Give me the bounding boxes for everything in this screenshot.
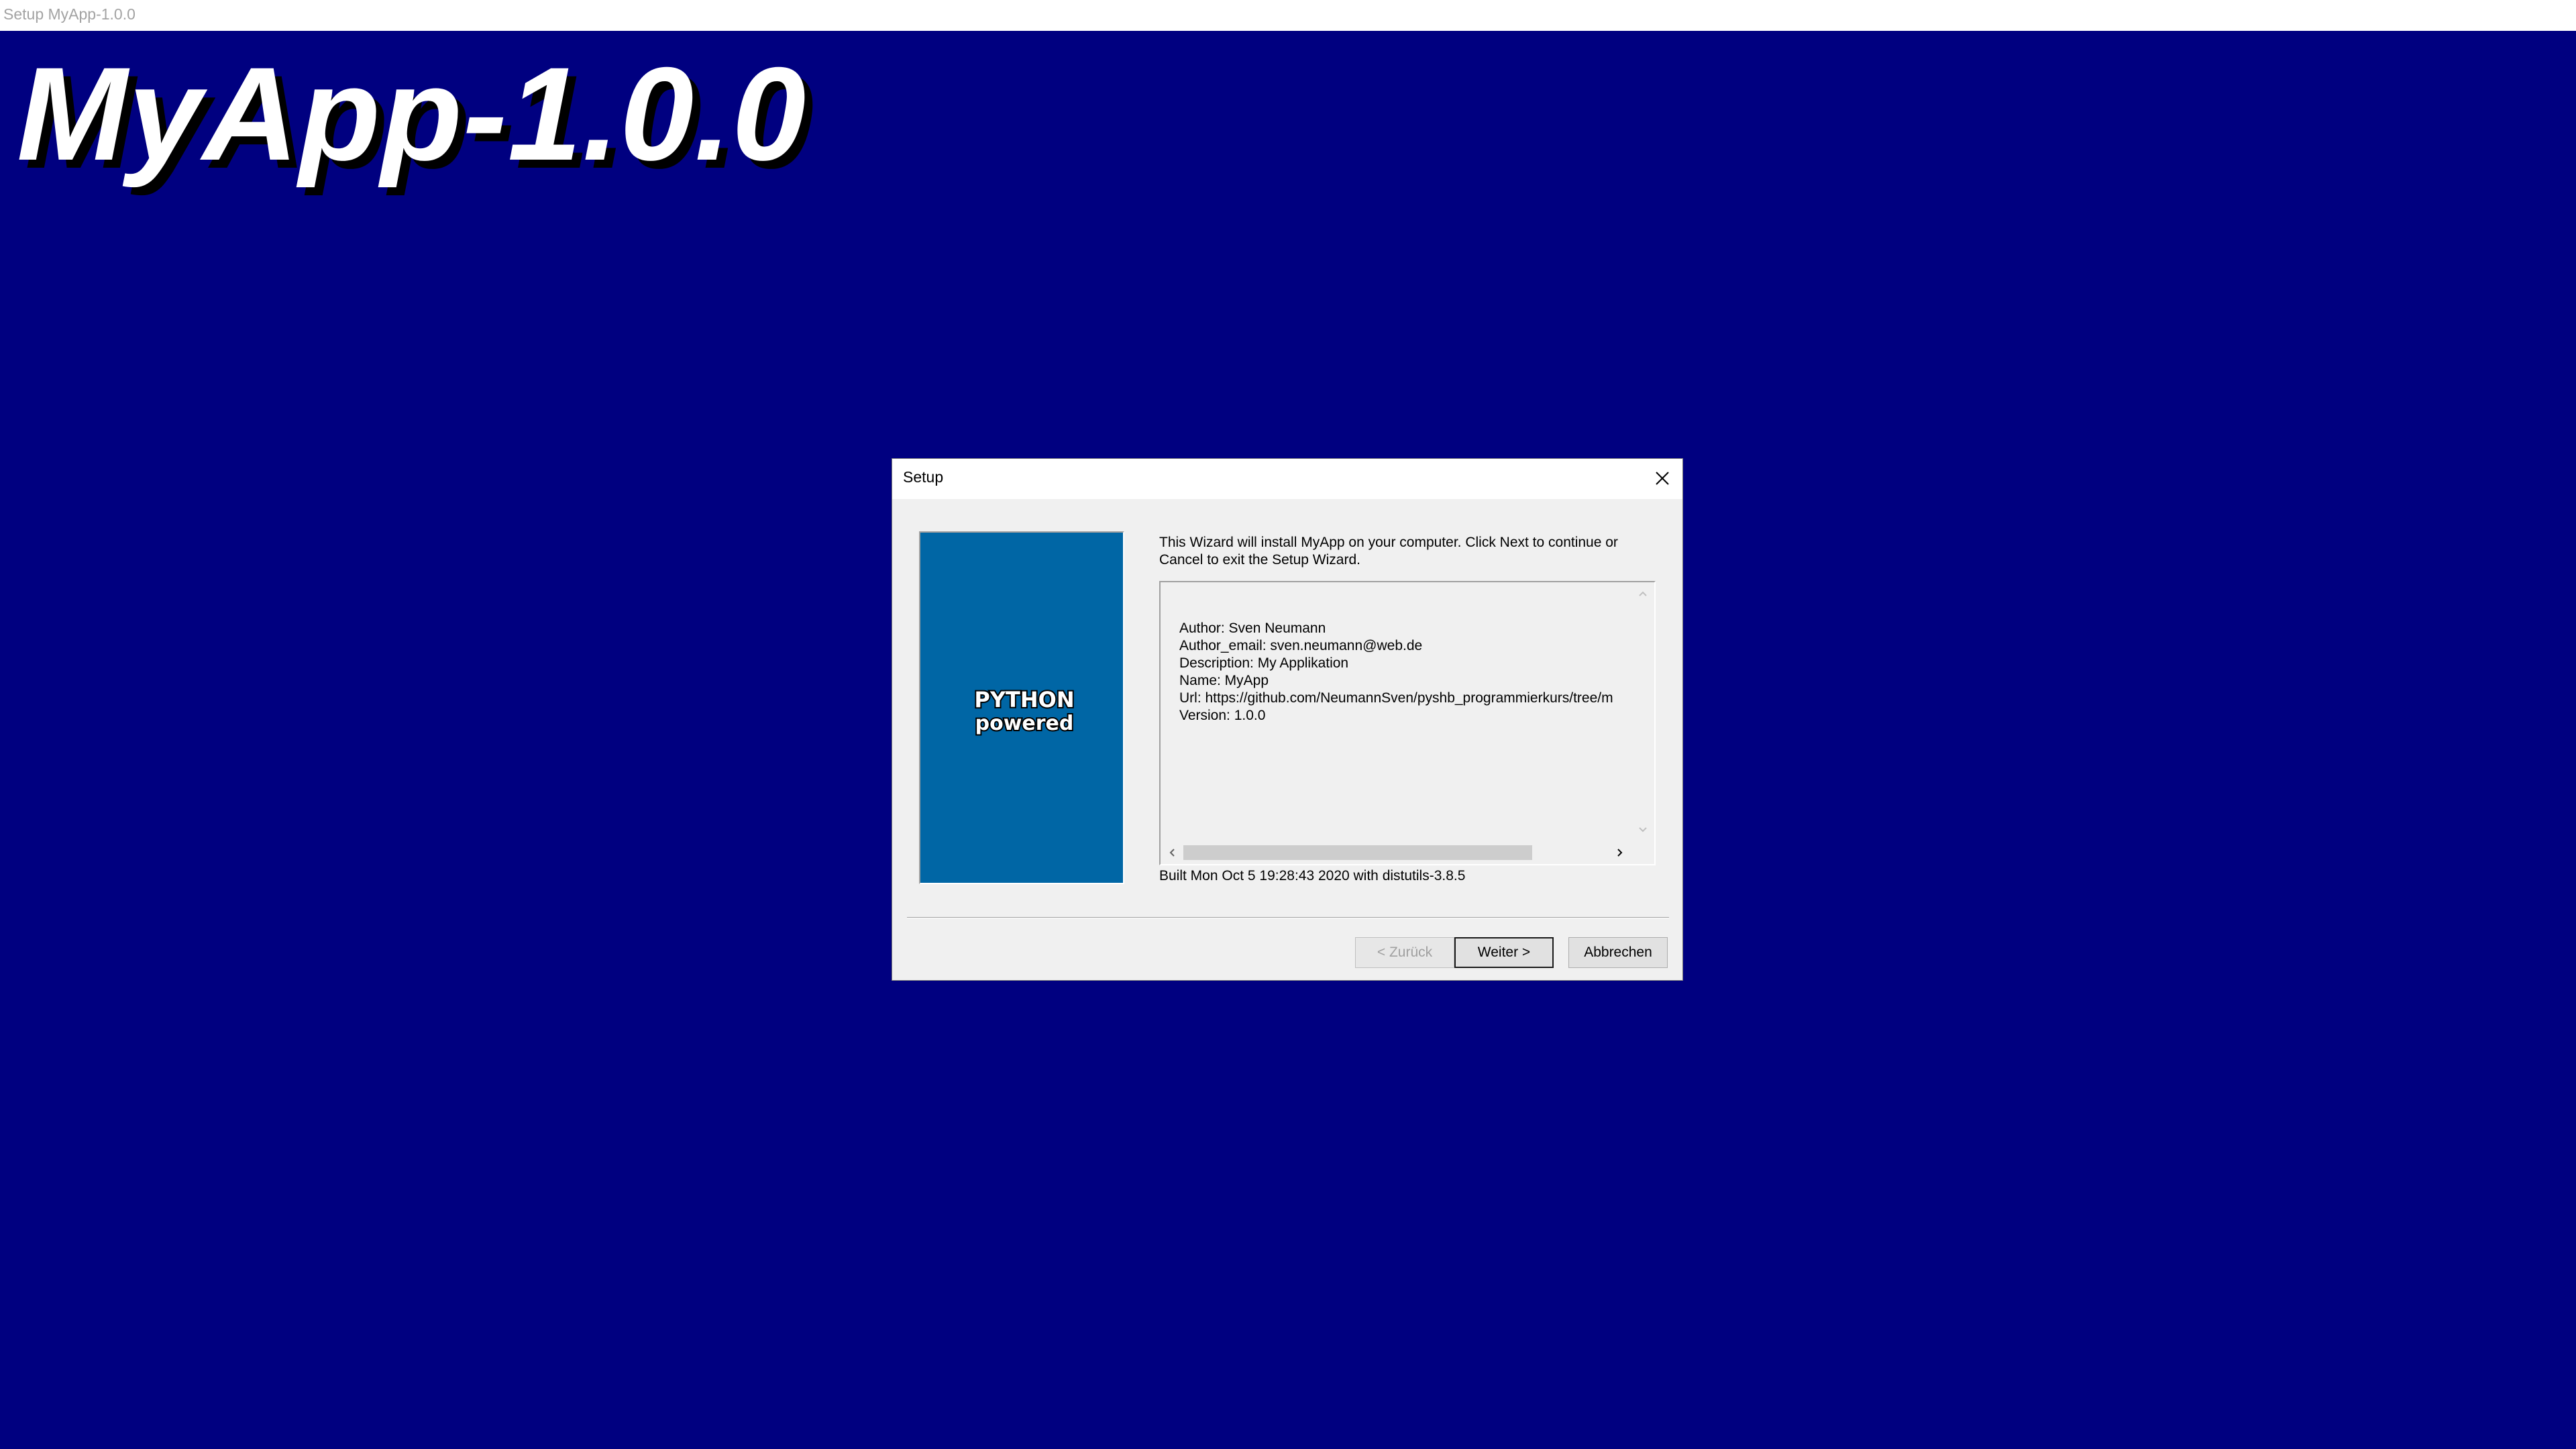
scroll-left-button[interactable] (1161, 841, 1183, 864)
metadata-line-description: Description: My Applikation (1179, 655, 1349, 671)
dialog-titlebar[interactable]: Setup (892, 459, 1682, 499)
close-icon (1656, 472, 1669, 485)
back-button[interactable]: < Zurück (1355, 937, 1454, 968)
metadata-line-version: Version: 1.0.0 (1179, 708, 1266, 723)
scroll-right-button[interactable] (1609, 841, 1631, 864)
window-title: Setup MyApp-1.0.0 (3, 5, 136, 23)
next-button[interactable]: Weiter > (1454, 937, 1554, 968)
cancel-button[interactable]: Abbrechen (1568, 937, 1668, 968)
horizontal-scrollbar[interactable] (1161, 841, 1631, 864)
logo-text-powered: powered (975, 712, 1074, 735)
wizard-bitmap: PYTHON powered (919, 531, 1124, 884)
logo-text-python: PYTHON (974, 687, 1074, 712)
button-separator (907, 917, 1669, 918)
chevron-right-icon (1617, 849, 1623, 857)
intro-text: This Wizard will install MyApp on your c… (1159, 535, 1618, 568)
metadata-textbox[interactable]: Author: Sven Neumann Author_email: sven.… (1159, 581, 1656, 865)
metadata-content: Author: Sven Neumann Author_email: sven.… (1179, 620, 1633, 724)
vertical-scrollbar[interactable] (1631, 582, 1654, 841)
metadata-line-name: Name: MyApp (1179, 673, 1269, 688)
scrollbar-corner (1631, 841, 1654, 864)
metadata-line-author-email: Author_email: sven.neumann@web.de (1179, 638, 1423, 653)
metadata-line-url: Url: https://github.com/NeumannSven/pysh… (1179, 690, 1613, 706)
build-info: Built Mon Oct 5 19:28:43 2020 with distu… (1159, 868, 1466, 883)
chevron-up-icon (1639, 591, 1647, 596)
chevron-down-icon (1639, 827, 1647, 833)
backdrop-title: MyApp-1.0.0 (17, 40, 807, 188)
scroll-up-button[interactable] (1631, 582, 1654, 605)
horizontal-scroll-thumb[interactable] (1183, 845, 1532, 860)
window-titlebar: Setup MyApp-1.0.0 (0, 0, 2576, 31)
close-button[interactable] (1642, 459, 1682, 498)
metadata-line-author: Author: Sven Neumann (1179, 621, 1326, 636)
scroll-down-button[interactable] (1631, 818, 1654, 841)
python-powered-logo: PYTHON powered (973, 686, 1075, 737)
chevron-left-icon (1169, 849, 1175, 857)
dialog-title: Setup (903, 468, 944, 486)
setup-dialog: Setup PYTHON powered This Wizard will in… (892, 458, 1683, 981)
